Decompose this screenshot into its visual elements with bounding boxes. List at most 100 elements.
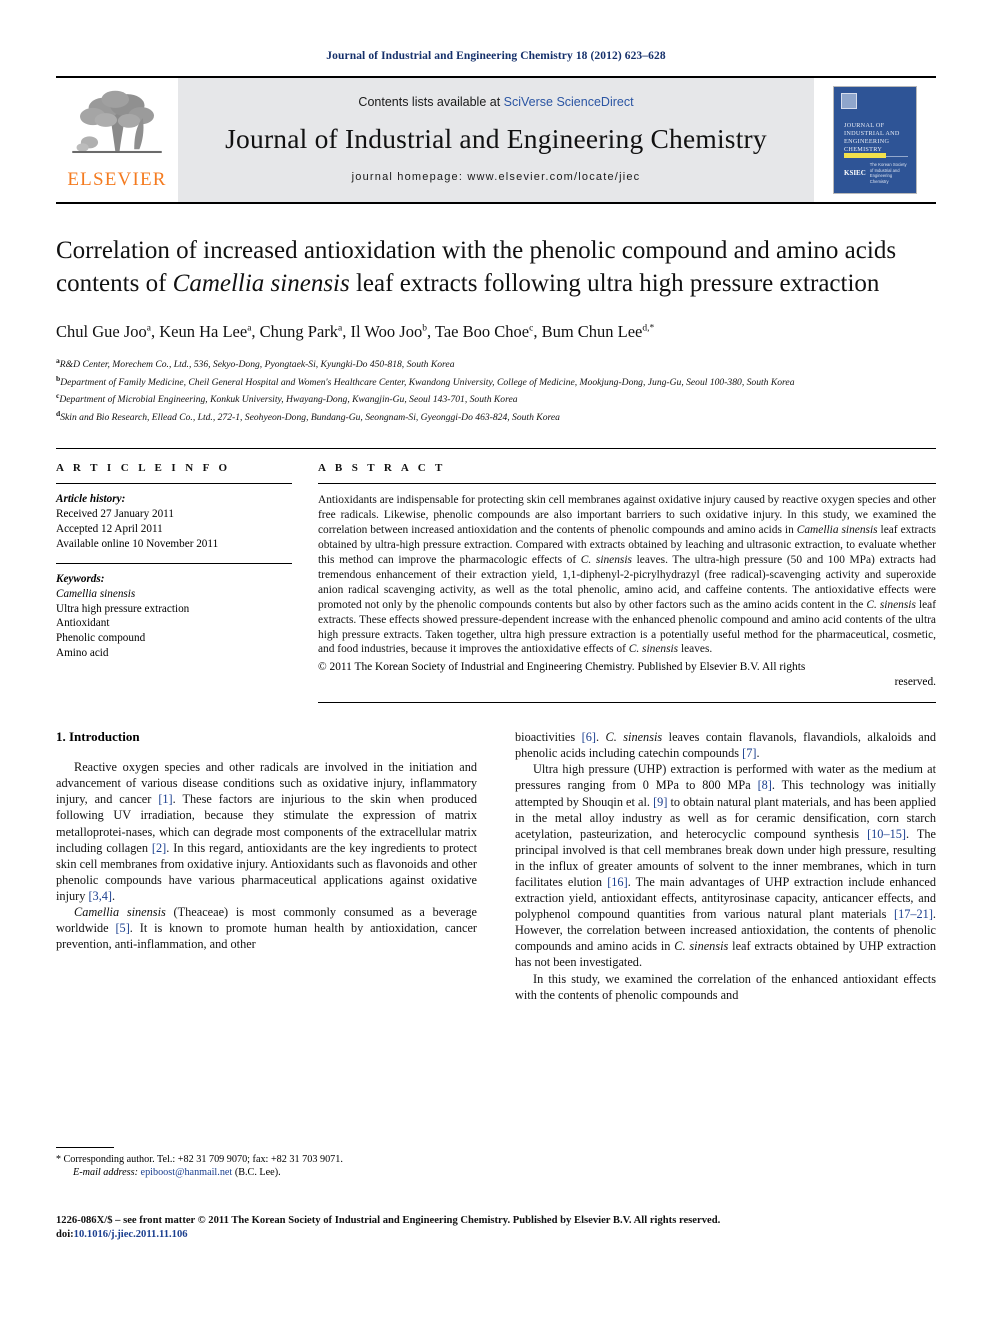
abstract-label: A B S T R A C T (318, 462, 446, 475)
author-name: Bum Chun Lee (541, 322, 643, 341)
copyright-text: © 2011 The Korean Society of Industrial … (318, 661, 806, 674)
citation-link[interactable]: [6] (582, 730, 596, 744)
divider (56, 563, 292, 565)
affiliation-item: bDepartment of Family Medicine, Cheil Ge… (56, 372, 936, 390)
abstract-seg: leaves. (678, 643, 713, 656)
author-name: Chung Park (259, 322, 339, 341)
keyword-item: Phenolic compound (56, 631, 146, 644)
email-owner: (B.C. Lee). (232, 1167, 281, 1179)
footnote-area: * Corresponding author. Tel.: +82 31 709… (56, 1147, 477, 1180)
affiliation-text: Skin and Bio Research, Ellead Co., Ltd.,… (60, 411, 560, 423)
body-columns: 1. Introduction Reactive oxygen species … (56, 729, 936, 1003)
author[interactable]: Chul Gue Jooa (56, 322, 151, 341)
citation-link[interactable]: [8] (758, 778, 772, 792)
affiliation-text: R&D Center, Morechem Co., Ltd., 536, Sek… (59, 359, 455, 371)
citation-link[interactable]: [16] (607, 875, 628, 889)
publisher-logo: ELSEVIER (56, 78, 178, 202)
contents-prefix: Contents lists available at (358, 95, 504, 109)
author[interactable]: Il Woo Joob (351, 322, 427, 341)
journal-homepage-line[interactable]: journal homepage: www.elsevier.com/locat… (352, 171, 641, 183)
species-name: C. sinensis (605, 730, 663, 745)
author-name: Il Woo Joo (350, 322, 423, 341)
citation-link[interactable]: [3,4] (88, 889, 112, 903)
paragraph-continued: bioactivities [6]. C. sinensis leaves co… (515, 729, 936, 761)
abstract-copyright: © 2011 The Korean Society of Industrial … (318, 660, 936, 690)
cover-title: JOURNAL OF INDUSTRIAL AND ENGINEERING CH… (844, 122, 900, 153)
author-name: Chul Gue Joo (56, 322, 147, 341)
species-name: Camellia sinensis (74, 905, 166, 919)
species-name: C. sinensis (674, 939, 729, 954)
doi-line: doi:10.1016/j.jiec.2011.11.106 (56, 1228, 936, 1242)
paragraph: In this study, we examined the correlati… (515, 971, 936, 1003)
keyword-item: Ultra high pressure extraction (56, 602, 190, 615)
author-sep: , (150, 322, 160, 341)
copyright-tail: reserved. (894, 676, 936, 689)
affiliation-item: aR&D Center, Morechem Co., Ltd., 536, Se… (56, 354, 936, 372)
citation-link[interactable]: [7] (742, 746, 756, 760)
email-note: E-mail address: epiboost@hanmail.net (B.… (56, 1166, 477, 1179)
author-sep: , (426, 322, 435, 341)
author-name: Tae Boo Choe (434, 322, 530, 341)
footnote-divider (56, 1147, 114, 1148)
affiliation-item: cDepartment of Microbial Engineering, Ko… (56, 389, 936, 407)
author[interactable]: Tae Boo Choec (435, 322, 533, 341)
text-seg: bioactivities (515, 730, 582, 745)
author-affil-marker: d,* (642, 323, 655, 334)
body-column-right: bioactivities [6]. C. sinensis leaves co… (515, 729, 936, 1003)
citation-link[interactable]: [2] (152, 841, 166, 855)
author-name: Keun Ha Lee (159, 322, 248, 341)
abstract-species: Camellia sinensis (796, 524, 878, 537)
cover-accent-bar (844, 153, 886, 158)
text-seg: In this study, we examined the correlati… (515, 971, 936, 1002)
article-history-item: Received 27 January 2011 (56, 508, 174, 521)
elsevier-tree-icon (72, 90, 162, 154)
journal-cover-thumbnail: JOURNAL OF INDUSTRIAL AND ENGINEERING CH… (814, 78, 936, 202)
doi-link[interactable]: 10.1016/j.jiec.2011.11.106 (74, 1229, 188, 1240)
elsevier-wordmark: ELSEVIER (67, 169, 167, 190)
affiliation-text: Department of Family Medicine, Cheil Gen… (60, 376, 795, 388)
affiliation-text: Department of Microbial Engineering, Kon… (59, 394, 518, 406)
author[interactable]: Bum Chun Leed,* (542, 322, 655, 341)
citation-link[interactable]: [17–21] (894, 907, 933, 921)
author[interactable]: Keun Ha Leea (159, 322, 251, 341)
corresponding-author-note: * Corresponding author. Tel.: +82 31 709… (56, 1153, 477, 1166)
keyword-item: Camellia sinensis (56, 588, 136, 601)
abstract-text: Antioxidants are indispensable for prote… (318, 493, 936, 657)
issn-copyright-line: 1226-086X/$ – see front matter © 2011 Th… (56, 1215, 721, 1226)
text-seg: . (112, 888, 116, 903)
citation-link[interactable]: [10–15] (867, 827, 906, 841)
abstract-species: C. sinensis (580, 554, 632, 566)
affiliation-list: aR&D Center, Morechem Co., Ltd., 536, Se… (56, 354, 936, 424)
article-history-heading: Article history: (56, 493, 126, 506)
author-sep: , (251, 322, 260, 341)
paragraph: Reactive oxygen species and other radica… (56, 759, 477, 904)
cover-society-footer: KSIEC The Korean Society of Industrial a… (844, 162, 908, 184)
journal-title: Journal of Industrial and Engineering Ch… (225, 123, 767, 154)
page-title: Correlation of increased antioxidation w… (56, 234, 926, 300)
citation-link[interactable]: [9] (653, 795, 667, 809)
abstract-species: C. sinensis (628, 643, 679, 656)
email-link[interactable]: epiboost@hanmail.net (141, 1167, 233, 1178)
text-seg: . (756, 746, 760, 761)
society-logo-mark: KSIEC (844, 169, 866, 178)
masthead-center: Contents lists available at SciVerse Sci… (178, 78, 814, 202)
author[interactable]: Chung Parka (260, 322, 343, 341)
citation-link[interactable]: [5] (115, 921, 129, 935)
abstract-species: C. sinensis (866, 598, 916, 611)
author-list: Chul Gue Jooa, Keun Ha Leea, Chung Parka… (56, 322, 936, 342)
article-info-column: A R T I C L E I N F O Article history: R… (56, 462, 292, 703)
citation-link[interactable]: [1] (158, 792, 172, 806)
affiliation-item: dSkin and Bio Research, Ellead Co., Ltd.… (56, 407, 936, 425)
email-label: E-mail address: (73, 1167, 138, 1179)
author-sep: , (533, 322, 542, 341)
title-block: Correlation of increased antioxidation w… (56, 234, 936, 424)
title-part-2: leaf extracts following ultra high press… (349, 270, 880, 297)
contents-available-line: Contents lists available at SciVerse Sci… (358, 95, 633, 109)
keywords-heading: Keywords: (56, 573, 105, 586)
divider (318, 702, 936, 704)
keyword-item: Antioxidant (56, 617, 110, 630)
asterisk-icon: * (56, 1154, 64, 1165)
sciencedirect-link[interactable]: SciVerse ScienceDirect (504, 95, 634, 109)
doi-label: doi: (56, 1229, 74, 1241)
article-history-item: Available online 10 November 2011 (56, 537, 219, 550)
